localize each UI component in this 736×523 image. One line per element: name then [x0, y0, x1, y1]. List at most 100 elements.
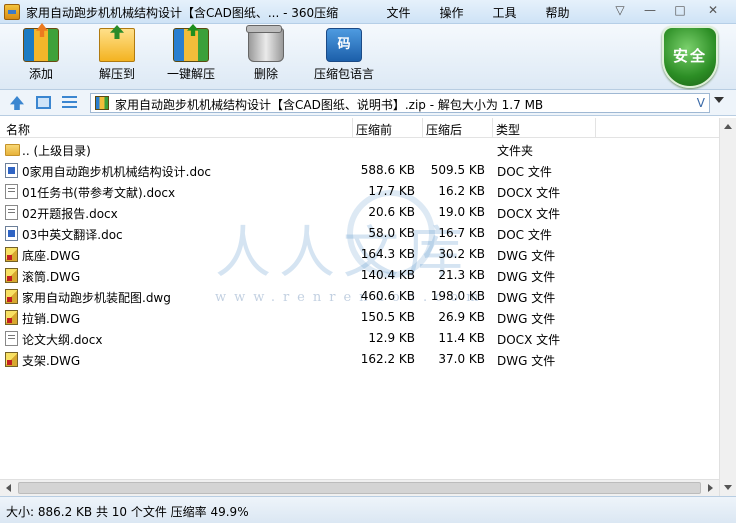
- file-type: DOC 文件: [497, 228, 552, 242]
- file-packed-size: 16.7 KB: [438, 226, 485, 240]
- file-type: DWG 文件: [497, 270, 556, 284]
- file-row[interactable]: 03中英文翻译.doc 58.0 KB 16.7 KB DOC 文件: [0, 223, 736, 244]
- extract-to-icon: [99, 28, 135, 62]
- archive-language-label: 压缩包语言: [313, 67, 374, 81]
- menu-help[interactable]: 帮助: [531, 4, 584, 21]
- file-type: DOCX 文件: [497, 207, 561, 221]
- column-divider[interactable]: [595, 118, 596, 138]
- file-type: DOCX 文件: [497, 333, 561, 347]
- column-packed[interactable]: 压缩后: [426, 121, 462, 138]
- file-size: 162.2 KB: [360, 352, 415, 366]
- column-size[interactable]: 压缩前: [356, 121, 392, 138]
- file-type: DWG 文件: [497, 249, 556, 263]
- docx-file-icon: [5, 205, 18, 220]
- menu-file[interactable]: 文件: [372, 4, 425, 21]
- one-click-extract-label: 一键解压: [166, 67, 215, 81]
- horizontal-scroll-thumb[interactable]: [18, 482, 701, 494]
- address-path: 家用自动跑步机机械结构设计【含CAD图纸、说明书】.zip - 解包大小为 1.…: [115, 98, 544, 112]
- delete-label: 删除: [253, 67, 278, 81]
- file-size: 140.4 KB: [360, 268, 415, 282]
- file-row[interactable]: 论文大纲.docx 12.9 KB 11.4 KB DOCX 文件: [0, 328, 736, 349]
- app-logo-icon: [4, 4, 20, 20]
- scroll-right-icon[interactable]: [708, 484, 713, 492]
- delete-button[interactable]: 删除: [229, 25, 303, 86]
- folder-icon: [5, 144, 20, 156]
- address-row: 家用自动跑步机机械结构设计【含CAD图纸、说明书】.zip - 解包大小为 1.…: [0, 90, 736, 116]
- scroll-down-icon[interactable]: [724, 485, 732, 490]
- file-name: 论文大纲.docx: [22, 333, 103, 347]
- file-name: 底座.DWG: [22, 249, 81, 263]
- file-type: DWG 文件: [497, 354, 556, 368]
- address-field[interactable]: 家用自动跑步机机械结构设计【含CAD图纸、说明书】.zip - 解包大小为 1.…: [90, 93, 710, 113]
- file-type: DOC 文件: [497, 165, 552, 179]
- column-divider[interactable]: [352, 118, 353, 138]
- horizontal-scrollbar[interactable]: [0, 479, 719, 496]
- menu-bar: 文件 操作 工具 帮助: [372, 4, 584, 21]
- file-size: 12.9 KB: [368, 331, 415, 345]
- file-size: 20.6 KB: [368, 205, 415, 219]
- file-row[interactable]: 02开题报告.docx 20.6 KB 19.0 KB DOCX 文件: [0, 202, 736, 223]
- file-size: 588.6 KB: [360, 163, 415, 177]
- file-packed-size: 30.2 KB: [438, 247, 485, 261]
- status-text: 大小: 886.2 KB 共 10 个文件 压缩率 49.9%: [6, 505, 249, 519]
- add-button[interactable]: 添加: [4, 28, 78, 86]
- file-size: 150.5 KB: [360, 310, 415, 324]
- list-view-icon[interactable]: [62, 96, 77, 109]
- file-list-header: 名称 压缩前 压缩后 类型: [0, 118, 736, 138]
- thumbnail-view-icon[interactable]: [36, 96, 51, 109]
- file-name: 滚筒.DWG: [22, 270, 81, 284]
- chevron-down-icon[interactable]: [714, 97, 724, 103]
- minimize-button[interactable]: —: [636, 2, 664, 20]
- title-bar: 家用自动跑步机机械结构设计【含CAD图纸、... - 360压缩 文件 操作 工…: [0, 0, 736, 24]
- toolbar: 添加 解压到 一键解压 删除 码 压缩包语言 安全: [0, 24, 736, 90]
- extract-to-label: 解压到: [98, 67, 135, 81]
- address-history-toggle[interactable]: V: [697, 96, 705, 110]
- file-type: DOCX 文件: [497, 186, 561, 200]
- window-controls: ▽ — □ ✕: [606, 2, 730, 20]
- column-type[interactable]: 类型: [496, 121, 520, 138]
- maximize-button[interactable]: □: [666, 2, 694, 20]
- archive-language-button[interactable]: 码 压缩包语言: [304, 28, 384, 86]
- file-list: .. (上级目录) 文件夹 0家用自动跑步机机械结构设计.doc 588.6 K…: [0, 139, 736, 479]
- column-name[interactable]: 名称: [6, 121, 30, 138]
- file-name: 01任务书(带参考文献).docx: [22, 186, 176, 200]
- file-row[interactable]: 支架.DWG 162.2 KB 37.0 KB DWG 文件: [0, 349, 736, 370]
- file-name: 拉销.DWG: [22, 312, 81, 326]
- doc-file-icon: [5, 226, 18, 241]
- file-row[interactable]: 0家用自动跑步机机械结构设计.doc 588.6 KB 509.5 KB DOC…: [0, 160, 736, 181]
- file-row[interactable]: 滚筒.DWG 140.4 KB 21.3 KB DWG 文件: [0, 265, 736, 286]
- column-divider[interactable]: [422, 118, 423, 138]
- add-archive-icon: [23, 28, 59, 62]
- close-button[interactable]: ✕: [696, 2, 730, 20]
- dwg-file-icon: [5, 352, 18, 367]
- security-shield-badge[interactable]: 安全: [662, 26, 718, 88]
- extract-to-button[interactable]: 解压到: [80, 28, 154, 86]
- dwg-file-icon: [5, 289, 18, 304]
- file-row[interactable]: 家用自动跑步机装配图.dwg 460.6 KB 198.0 KB DWG 文件: [0, 286, 736, 307]
- file-type: 文件夹: [497, 144, 534, 158]
- one-click-extract-button[interactable]: 一键解压: [154, 28, 228, 86]
- file-row[interactable]: 拉销.DWG 150.5 KB 26.9 KB DWG 文件: [0, 307, 736, 328]
- skin-button[interactable]: ▽: [606, 2, 634, 20]
- dwg-file-icon: [5, 247, 18, 262]
- scroll-left-icon[interactable]: [6, 484, 11, 492]
- file-packed-size: 509.5 KB: [430, 163, 485, 177]
- status-bar: 大小: 886.2 KB 共 10 个文件 压缩率 49.9%: [0, 496, 736, 523]
- file-name: 0家用自动跑步机机械结构设计.doc: [22, 165, 212, 179]
- file-name: 03中英文翻译.doc: [22, 228, 123, 242]
- add-button-label: 添加: [28, 67, 53, 81]
- menu-tools[interactable]: 工具: [478, 4, 531, 21]
- file-packed-size: 198.0 KB: [430, 289, 485, 303]
- file-packed-size: 11.4 KB: [438, 331, 485, 345]
- menu-operate[interactable]: 操作: [425, 4, 478, 21]
- file-row[interactable]: 01任务书(带参考文献).docx 17.7 KB 16.2 KB DOCX 文…: [0, 181, 736, 202]
- up-arrow-icon[interactable]: [10, 96, 24, 110]
- scroll-up-icon[interactable]: [724, 124, 732, 129]
- column-divider[interactable]: [492, 118, 493, 138]
- file-row-parent[interactable]: .. (上级目录) 文件夹: [0, 139, 736, 160]
- dwg-file-icon: [5, 268, 18, 283]
- window-title: 家用自动跑步机机械结构设计【含CAD图纸、... - 360压缩: [26, 6, 339, 20]
- vertical-scrollbar[interactable]: [719, 118, 736, 496]
- file-name: 02开题报告.docx: [22, 207, 118, 221]
- file-row[interactable]: 底座.DWG 164.3 KB 30.2 KB DWG 文件: [0, 244, 736, 265]
